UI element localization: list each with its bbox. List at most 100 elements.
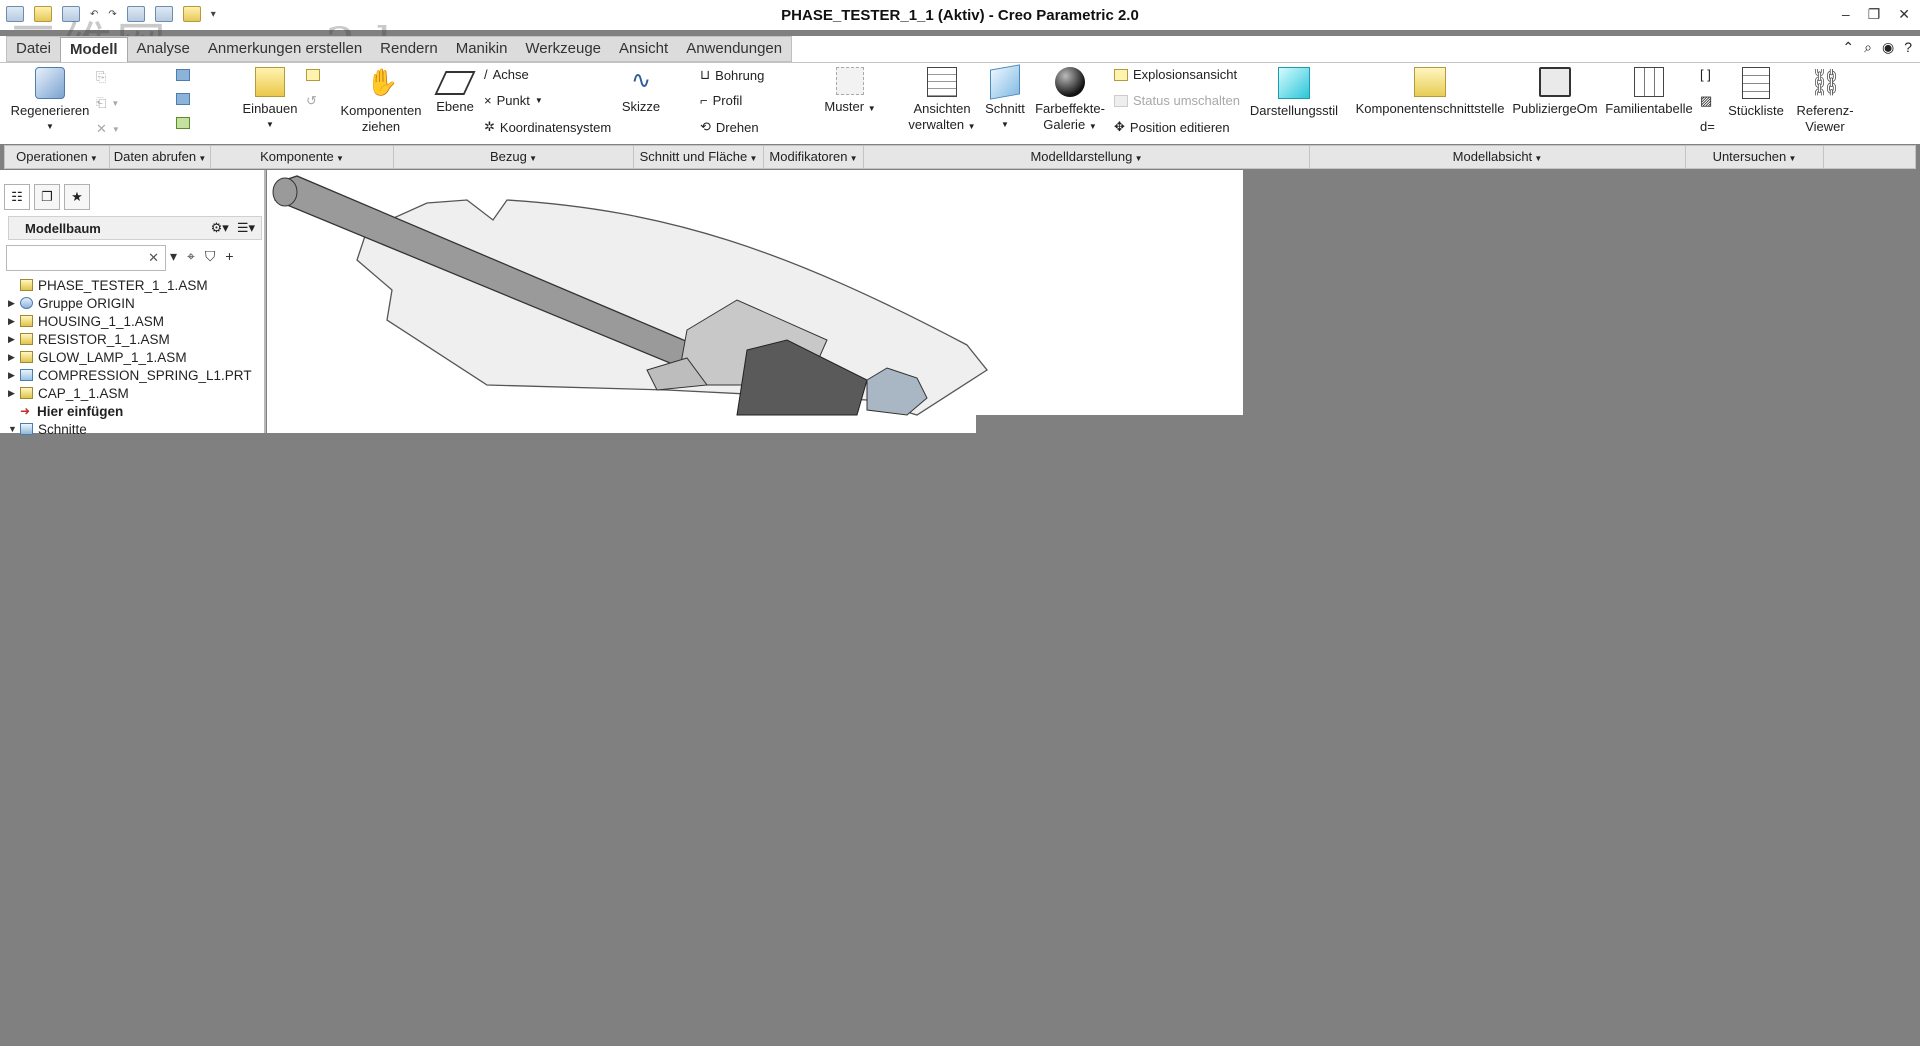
tree-item[interactable]: ▶ HOUSING_1_1.ASM [8, 312, 264, 330]
get-data-icon-1[interactable] [176, 69, 190, 81]
relations-icon[interactable]: ▨ [1700, 93, 1712, 109]
punkt-button[interactable]: × Punkt ▼ [484, 93, 543, 108]
axis-icon: / [484, 67, 488, 82]
search-icon[interactable]: ⌕ [1864, 39, 1872, 56]
tree-item[interactable]: PHASE_TESTER_1_1.ASM [8, 276, 264, 294]
koordinatensystem-button[interactable]: ✲ Koordinatensystem [484, 119, 611, 135]
group-label[interactable]: Schnitt und Fläche ▼ [634, 146, 764, 168]
search-dropdown-icon[interactable]: ▾ [170, 248, 177, 265]
regenerieren-button[interactable]: Regenerieren ▼ [10, 67, 90, 135]
ribbon-tabs: Datei Modell Analyse Anmerkungen erstell… [6, 36, 793, 62]
find-binoculars-icon[interactable]: ⌖ [187, 248, 195, 265]
skizze-button[interactable]: ∿ Skizze [616, 67, 666, 115]
tab-ansicht[interactable]: Ansicht [610, 37, 677, 61]
tab-anwendungen[interactable]: Anwendungen [677, 37, 791, 61]
bohrung-button[interactable]: ⊔ Bohrung [700, 67, 764, 83]
create-component-icon[interactable] [306, 69, 320, 81]
stueckliste-button[interactable]: Stückliste [1726, 67, 1786, 119]
tree-item[interactable]: ▶ Gruppe ORIGIN [8, 294, 264, 312]
d-equals-icon[interactable]: d= [1700, 119, 1715, 134]
point-icon: × [484, 93, 492, 108]
komponentenschnittstelle-button[interactable]: Komponentenschnittstelle [1354, 67, 1506, 117]
get-data-icon-2[interactable] [176, 93, 190, 105]
close-icon[interactable]: ✕ [1898, 6, 1910, 23]
expanded-arrow-icon[interactable]: ▼ [8, 424, 20, 434]
group-label[interactable]: Bezug ▼ [394, 146, 634, 168]
expand-arrow-icon[interactable]: ▶ [8, 370, 20, 381]
group-label[interactable]: Modifikatoren ▼ [764, 146, 864, 168]
model-tree-tab-icon[interactable]: ☷ [4, 184, 30, 210]
group-label[interactable]: Daten abrufen ▼ [110, 146, 211, 168]
position-editieren-button[interactable]: ✥ Position editieren [1114, 119, 1230, 135]
drehen-button[interactable]: ⟲ Drehen [700, 119, 759, 135]
tree-item[interactable]: ▶ GLOW_LAMP_1_1.ASM [8, 348, 264, 366]
tree-item[interactable]: ▶ CAP_1_1.ASM [8, 384, 264, 402]
farbeffekte-galerie-button[interactable]: Farbeffekte-Galerie ▼ [1034, 67, 1106, 135]
status-umschalten-button[interactable]: Status umschalten [1114, 93, 1240, 108]
tree-settings-icon[interactable]: ⚙▾ [211, 220, 229, 236]
tab-modell[interactable]: Modell [60, 37, 128, 62]
chevron-down-icon: ▼ [747, 154, 758, 163]
ebene-button[interactable]: Ebene [432, 67, 478, 115]
paste-icon[interactable]: ⎗ ▼ [96, 95, 119, 111]
tab-manikin[interactable]: Manikin [447, 37, 517, 61]
tree-search-input[interactable]: ✕ [6, 245, 166, 271]
minimize-icon[interactable]: – [1842, 6, 1850, 23]
tree-item[interactable]: ▶ RESISTOR_1_1.ASM [8, 330, 264, 348]
ansichten-verwalten-button[interactable]: Ansichten verwalten ▼ [904, 67, 980, 135]
display-style-cube-icon [1278, 67, 1310, 99]
repeat-icon[interactable]: ↺ [306, 93, 317, 109]
expand-arrow-icon[interactable]: ▶ [8, 352, 20, 363]
help-icon[interactable]: ? [1904, 39, 1912, 56]
tab-werkzeuge[interactable]: Werkzeuge [516, 37, 610, 61]
phase-tester-model[interactable] [267, 170, 1243, 433]
tab-anmerkungen[interactable]: Anmerkungen erstellen [199, 37, 371, 61]
achse-button[interactable]: / Achse [484, 67, 529, 82]
komponenten-ziehen-button[interactable]: ✋ Komponenten ziehen [338, 67, 424, 135]
component-interface-icon [1414, 67, 1446, 97]
graphics-area[interactable] [267, 170, 1920, 1046]
navigator-tabs: ☷ ❐ ★ [4, 184, 90, 210]
group-label[interactable]: Komponente ▼ [211, 146, 394, 168]
tree-item[interactable]: ▶ COMPRESSION_SPRING_L1.PRT [8, 366, 264, 384]
get-data-icon-3[interactable] [176, 117, 190, 129]
filter-icon[interactable]: ⛉ [205, 248, 216, 265]
collapse-ribbon-icon[interactable]: ⌃ [1842, 39, 1854, 56]
expand-arrow-icon[interactable]: ▶ [8, 388, 20, 399]
add-icon[interactable]: + [225, 248, 233, 265]
schnitt-button[interactable]: Schnitt ▼ [980, 64, 1030, 133]
community-icon[interactable]: ◉ [1882, 39, 1894, 56]
tab-datei[interactable]: Datei [7, 37, 60, 61]
chevron-down-icon: ▼ [1532, 154, 1543, 163]
familientabelle-button[interactable]: Familientabelle [1602, 67, 1696, 117]
tab-rendern[interactable]: Rendern [371, 37, 447, 61]
window-controls: – ❐ ✕ [1842, 6, 1910, 23]
parameters-icon[interactable]: [ ] [1700, 67, 1711, 82]
favorites-tab-icon[interactable]: ★ [64, 184, 90, 210]
restore-icon[interactable]: ❐ [1868, 6, 1881, 23]
group-label[interactable]: Modelldarstellung ▼ [864, 146, 1310, 168]
expand-arrow-icon[interactable]: ▶ [8, 334, 20, 345]
group-label[interactable]: Operationen ▼ [5, 146, 110, 168]
assemble-icon [255, 67, 285, 97]
tree-filter-icon[interactable]: ☰▾ [237, 220, 255, 236]
expand-arrow-icon[interactable]: ▶ [8, 298, 20, 309]
muster-button[interactable]: Muster ▼ [818, 67, 882, 117]
tree-item[interactable]: ▼ Schnitte [8, 420, 264, 438]
publiziergeom-button[interactable]: PubliziergeOm [1510, 67, 1600, 117]
clear-search-icon[interactable]: ✕ [148, 250, 159, 266]
folder-browser-tab-icon[interactable]: ❐ [34, 184, 60, 210]
explosionsansicht-button[interactable]: Explosionsansicht [1114, 67, 1237, 82]
profil-button[interactable]: ⌐ Profil [700, 93, 742, 108]
group-label[interactable]: Modellabsicht ▼ [1310, 146, 1686, 168]
komponenten-ziehen-label: Komponenten ziehen [340, 103, 422, 134]
einbauen-button[interactable]: Einbauen ▼ [240, 67, 300, 133]
tree-item[interactable]: ➜ Hier einfügen [8, 402, 264, 420]
darstellungsstil-button[interactable]: Darstellungsstil [1246, 67, 1342, 119]
expand-arrow-icon[interactable]: ▶ [8, 316, 20, 327]
copy-icon[interactable]: ⎘ [96, 69, 106, 85]
group-label[interactable]: Untersuchen ▼ [1686, 146, 1824, 168]
tab-analyse[interactable]: Analyse [128, 37, 199, 61]
delete-icon[interactable]: ✕ ▼ [96, 121, 120, 137]
referenz-viewer-button[interactable]: ⛓ Referenz-Viewer [1790, 67, 1860, 135]
